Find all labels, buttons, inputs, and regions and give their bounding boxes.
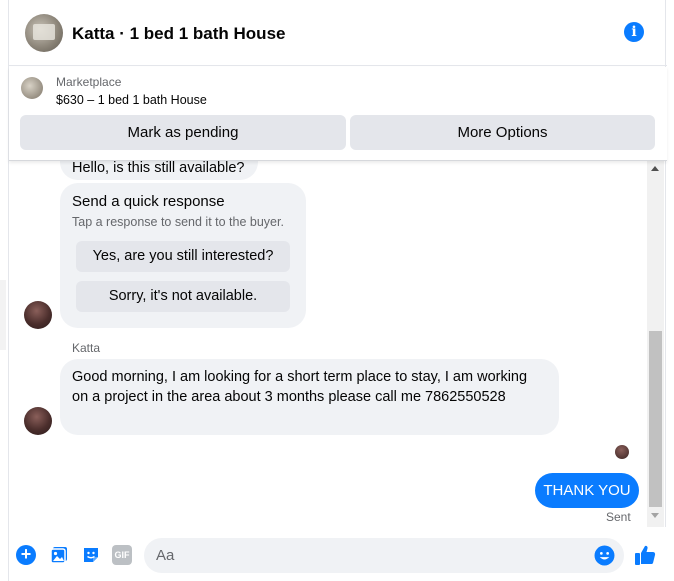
quick-response-subtitle: Tap a response to send it to the buyer. xyxy=(72,215,284,229)
marketplace-label: Marketplace xyxy=(56,75,122,89)
chat-title[interactable]: Katta · 1 bed 1 bath House xyxy=(72,24,285,44)
message-list[interactable]: Hello, is this still available? Send a q… xyxy=(9,161,647,527)
plus-icon[interactable]: + xyxy=(16,545,36,565)
info-icon[interactable]: i xyxy=(624,22,644,42)
chat-header: Katta · 1 bed 1 bath House i xyxy=(9,0,667,66)
quick-response-option[interactable]: Sorry, it's not available. xyxy=(76,281,290,312)
mark-as-pending-button[interactable]: Mark as pending xyxy=(20,115,346,150)
chat-window: Katta · 1 bed 1 bath House i Marketplace… xyxy=(8,0,667,581)
sender-avatar[interactable] xyxy=(24,407,52,435)
more-options-button[interactable]: More Options xyxy=(350,115,655,150)
message-status: Sent xyxy=(606,510,631,524)
scroll-down-icon[interactable] xyxy=(651,513,659,518)
scroll-up-icon[interactable] xyxy=(651,166,659,171)
seen-avatar xyxy=(615,445,629,459)
sender-avatar[interactable] xyxy=(24,301,52,329)
marketplace-listing-panel: Marketplace $630 – 1 bed 1 bath House Ma… xyxy=(9,67,667,161)
listing-thumbnail[interactable] xyxy=(21,77,43,99)
sticker-icon[interactable] xyxy=(81,545,101,565)
quick-response-card: Send a quick response Tap a response to … xyxy=(60,183,306,328)
scroll-thumb[interactable] xyxy=(649,331,662,507)
message-input-box xyxy=(144,538,624,573)
gif-icon[interactable]: GIF xyxy=(112,545,132,565)
sender-name: Katta xyxy=(72,341,101,355)
side-panel-edge xyxy=(0,280,6,350)
quick-response-option[interactable]: Yes, are you still interested? xyxy=(76,241,290,272)
photo-icon[interactable] xyxy=(49,545,69,565)
emoji-icon[interactable] xyxy=(594,545,615,566)
message-composer: + GIF xyxy=(9,527,667,581)
message-bubble-outgoing: THANK YOU xyxy=(535,473,639,508)
quick-response-title: Send a quick response xyxy=(72,193,225,210)
message-bubble-hello: Hello, is this still available? xyxy=(60,161,258,180)
message-input[interactable] xyxy=(156,538,576,573)
listing-price-title[interactable]: $630 – 1 bed 1 bath House xyxy=(56,93,207,107)
message-bubble-incoming: Good morning, I am looking for a short t… xyxy=(60,359,559,435)
message-scrollbar[interactable] xyxy=(647,161,664,527)
listing-avatar[interactable] xyxy=(25,14,63,52)
thumbs-up-icon[interactable] xyxy=(633,543,657,567)
